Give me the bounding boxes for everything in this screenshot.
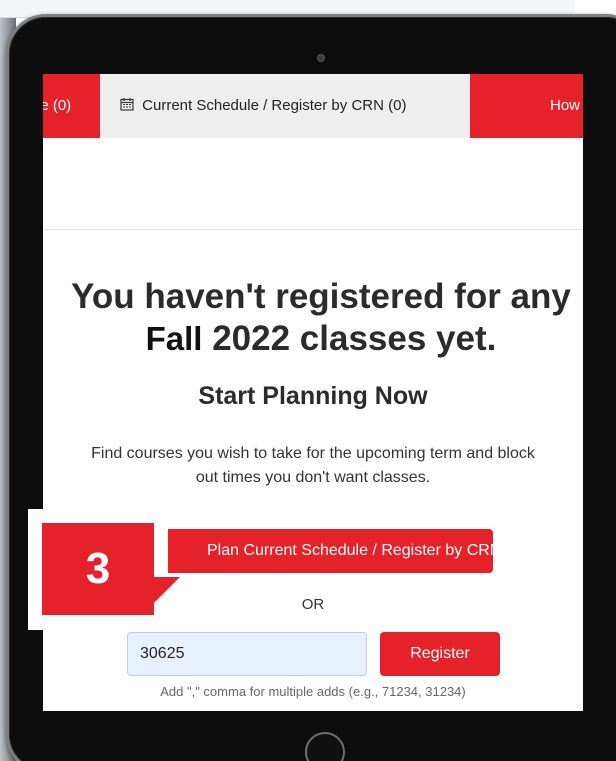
home-button[interactable] <box>305 732 345 761</box>
tab-current-schedule[interactable]: Current Schedule / Register by CRN (0) <box>100 74 470 138</box>
headline-line2: Fall 2022 classes yet. <box>43 318 583 360</box>
register-button[interactable]: Register <box>380 632 500 676</box>
headline-line2-rest: 2022 classes yet. <box>202 319 497 358</box>
step-number: 3 <box>42 523 154 615</box>
tab-previous[interactable]: le (0) <box>43 74 100 138</box>
section-divider <box>43 229 583 230</box>
crn-hint: Add "," comma for multiple adds (e.g., 7… <box>160 684 466 699</box>
camera-icon <box>317 54 325 62</box>
subheading: Start Planning Now <box>198 382 428 410</box>
top-nav: le (0) Current Schedule / Register by CR… <box>43 74 583 138</box>
calendar-icon <box>120 98 134 111</box>
callout-pointer <box>154 577 180 603</box>
crn-input[interactable] <box>127 632 367 676</box>
term-word: Fall <box>145 320 203 357</box>
headline-line1: You haven't registered for any <box>71 277 571 316</box>
tab-previous-label: le (0) <box>43 97 72 114</box>
tab-how-label: How <box>550 97 581 114</box>
tab-how[interactable]: How <box>550 74 583 138</box>
plan-schedule-button[interactable]: Plan Current Schedule / Register by CRN <box>135 529 493 573</box>
page-headline: You haven't registered for any Fall 2022… <box>43 276 583 360</box>
step-callout: 3 <box>28 509 180 630</box>
tab-current-schedule-label: Current Schedule / Register by CRN (0) <box>142 97 407 114</box>
description: Find courses you wish to take for the up… <box>91 445 535 486</box>
